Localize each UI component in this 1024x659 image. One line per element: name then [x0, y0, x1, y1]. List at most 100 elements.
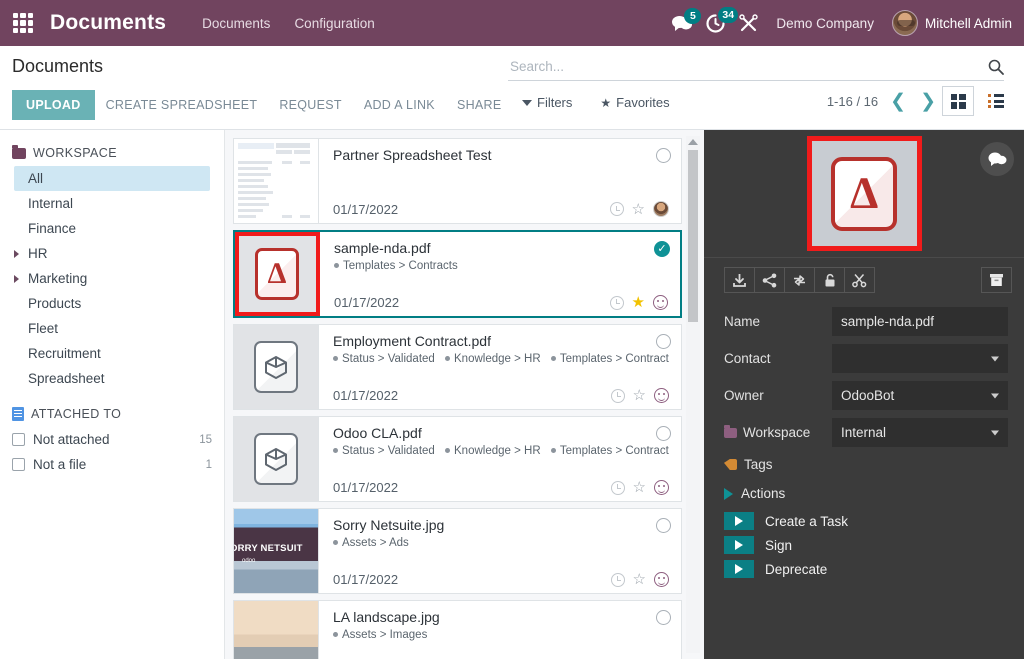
document-tag[interactable]: Assets > Ads [333, 537, 409, 549]
list-view-button[interactable] [980, 86, 1012, 116]
smiley-icon[interactable] [654, 572, 669, 587]
filter-not-attached[interactable]: Not attached 15 [0, 427, 224, 452]
chevron-right-icon[interactable]: ❯ [918, 92, 938, 111]
document-card[interactable]: Employment Contract.pdf Status > Validat… [233, 324, 682, 410]
app-brand-title: Documents [50, 11, 167, 34]
filter-not-a-file[interactable]: Not a file 1 [0, 452, 224, 477]
chevron-right-icon[interactable] [14, 249, 19, 258]
action-sign[interactable]: Sign [704, 533, 1024, 557]
document-card[interactable]: Partner Spreadsheet Test 01/17/2022 ☆ [233, 138, 682, 224]
select-document-checkbox[interactable] [656, 610, 671, 625]
sidebar-item-finance[interactable]: Finance [0, 216, 224, 241]
document-thumbnail[interactable] [234, 139, 319, 223]
document-tag[interactable]: Assets > Images [333, 629, 427, 641]
tags-section[interactable]: Tags [724, 455, 1008, 472]
menu-configuration[interactable]: Configuration [284, 10, 384, 37]
list-scrollbar[interactable] [686, 136, 700, 653]
lock-button[interactable] [814, 267, 845, 293]
archive-button[interactable] [981, 267, 1012, 293]
document-tag[interactable]: Status > Validated [333, 353, 435, 365]
scrollbar-thumb[interactable] [688, 150, 698, 322]
clock-icon[interactable] [610, 480, 625, 495]
star-outline-icon[interactable]: ☆ [633, 480, 646, 495]
clock-icon[interactable] [610, 388, 625, 403]
document-tag[interactable]: Status > Validated [333, 445, 435, 457]
smiley-icon[interactable] [654, 388, 669, 403]
document-card-selected[interactable]: ∆ sample-nda.pdf Templates > Contracts 0… [233, 230, 682, 318]
sidebar-item-internal[interactable]: Internal [0, 191, 224, 216]
replace-button[interactable] [784, 267, 815, 293]
document-name: LA landscape.jpg [333, 609, 440, 625]
smiley-icon[interactable] [654, 480, 669, 495]
scroll-up-icon[interactable] [688, 139, 698, 145]
checkbox-icon[interactable] [12, 458, 25, 471]
name-input[interactable]: sample-nda.pdf [832, 307, 1008, 336]
chevron-right-icon[interactable] [14, 274, 19, 283]
star-outline-icon[interactable]: ☆ [632, 202, 645, 217]
sidebar-item-marketing[interactable]: Marketing [0, 266, 224, 291]
owner-select[interactable]: OdooBot [832, 381, 1008, 410]
request-button[interactable]: REQUEST [268, 90, 353, 120]
action-create-a-task[interactable]: Create a Task [704, 509, 1024, 533]
favorites-dropdown[interactable]: ★ Favorites [594, 94, 675, 111]
sidebar-item-products[interactable]: Products [0, 291, 224, 316]
select-document-checkbox-checked[interactable]: ✓ [654, 241, 670, 257]
workspace-select[interactable]: Internal [832, 418, 1008, 447]
developer-tools-button[interactable] [739, 13, 759, 33]
document-thumbnail[interactable] [234, 601, 319, 659]
select-document-checkbox[interactable] [656, 148, 671, 163]
share-button[interactable]: SHARE [446, 90, 513, 120]
preview-thumbnail[interactable]: ∆ [806, 136, 922, 251]
document-thumbnail[interactable]: ORRY NETSUIT odoo [234, 509, 319, 593]
chatter-button[interactable] [980, 142, 1014, 176]
action-deprecate[interactable]: Deprecate [704, 557, 1024, 581]
document-thumbnail[interactable] [234, 325, 319, 409]
checkbox-icon[interactable] [12, 433, 25, 446]
chevron-left-icon[interactable]: ❮ [888, 92, 908, 111]
menu-documents[interactable]: Documents [192, 10, 280, 37]
share-button[interactable] [754, 267, 785, 293]
clock-icon[interactable] [609, 295, 624, 310]
select-document-checkbox[interactable] [656, 426, 671, 441]
document-tag[interactable]: Templates > Contracts [334, 260, 458, 272]
search-input[interactable] [508, 58, 988, 75]
sidebar-item-label: Recruitment [28, 346, 101, 361]
sidebar-item-all[interactable]: All [14, 166, 210, 191]
sidebar-item-fleet[interactable]: Fleet [0, 316, 224, 341]
select-document-checkbox[interactable] [656, 518, 671, 533]
document-tag[interactable]: Knowledge > HR [445, 445, 541, 457]
download-button[interactable] [724, 267, 755, 293]
document-tag[interactable]: Knowledge > HR [445, 353, 541, 365]
sidebar-item-recruitment[interactable]: Recruitment [0, 341, 224, 366]
add-a-link-button[interactable]: ADD A LINK [353, 90, 446, 120]
clock-icon[interactable] [609, 202, 624, 216]
star-filled-icon[interactable]: ★ [632, 295, 645, 310]
apps-grid-icon[interactable] [10, 10, 36, 36]
sidebar-item-spreadsheet[interactable]: Spreadsheet [0, 366, 224, 391]
activities-button[interactable]: 34 [706, 6, 739, 33]
select-document-checkbox[interactable] [656, 334, 671, 349]
document-card[interactable]: ORRY NETSUIT odoo Sorry Netsuite.jpg Asse… [233, 508, 682, 594]
upload-button[interactable]: UPLOAD [12, 90, 95, 120]
user-menu[interactable]: Mitchell Admin [891, 10, 1012, 36]
document-tag[interactable]: Templates > Contracts [550, 445, 669, 457]
star-outline-icon[interactable]: ☆ [633, 572, 646, 587]
messages-button[interactable]: 5 [672, 7, 702, 32]
contact-select[interactable] [832, 344, 1008, 373]
filters-dropdown[interactable]: Filters [516, 94, 578, 111]
star-outline-icon[interactable]: ☆ [633, 388, 646, 403]
document-card[interactable]: LA landscape.jpg Assets > Images [233, 600, 682, 659]
smiley-icon[interactable] [653, 295, 668, 310]
clock-icon[interactable] [610, 572, 625, 587]
document-thumbnail[interactable]: ∆ [235, 232, 320, 316]
document-card[interactable]: Odoo CLA.pdf Status > Validated Knowledg… [233, 416, 682, 502]
document-thumbnail[interactable] [234, 417, 319, 501]
create-spreadsheet-button[interactable]: CREATE SPREADSHEET [95, 90, 269, 120]
company-switcher[interactable]: Demo Company [772, 16, 878, 31]
split-button[interactable] [844, 267, 875, 293]
kanban-view-button[interactable] [942, 86, 974, 116]
document-tag[interactable]: Templates > Contracts [550, 353, 669, 365]
sidebar-item-hr[interactable]: HR [0, 241, 224, 266]
field-contact: Contact [724, 344, 1008, 373]
search-icon[interactable] [988, 59, 1004, 75]
